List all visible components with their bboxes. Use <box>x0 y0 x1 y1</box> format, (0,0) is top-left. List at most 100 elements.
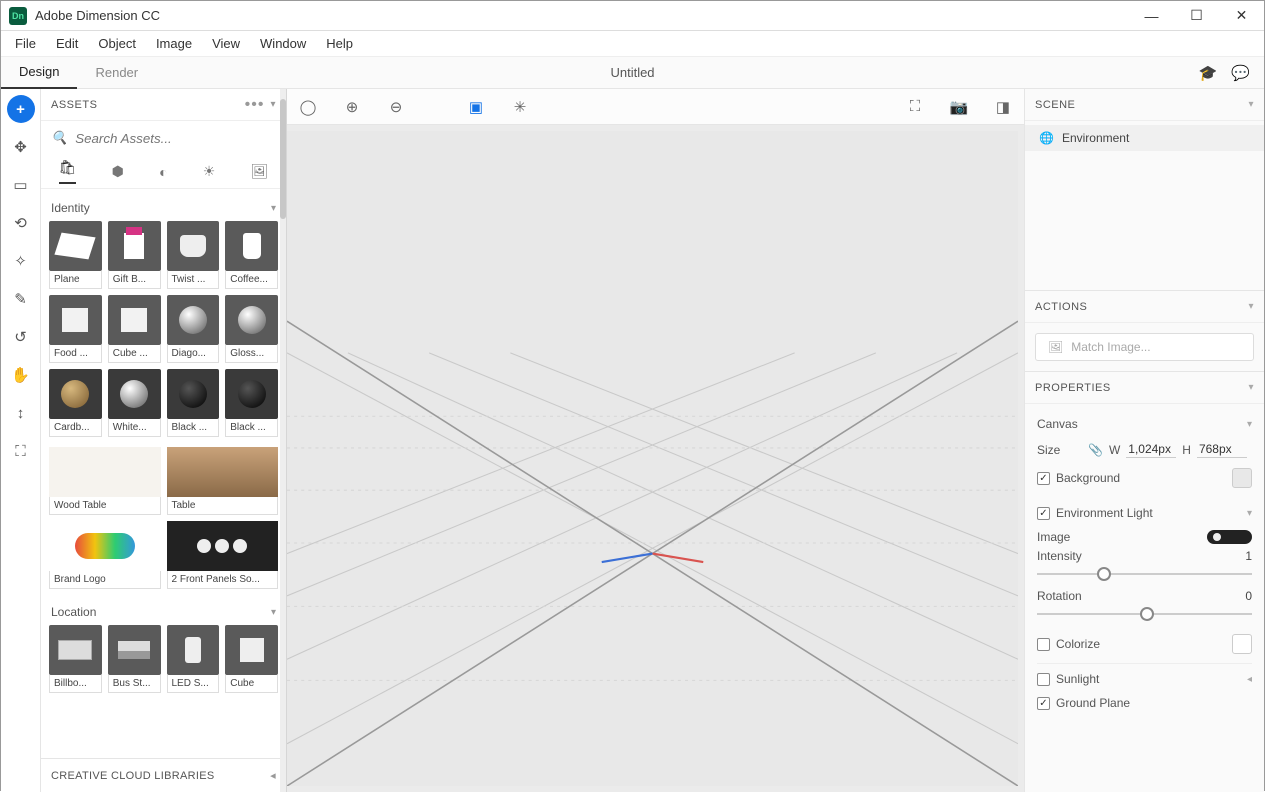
env-image-swatch[interactable] <box>1207 530 1252 544</box>
asset-cardboard[interactable]: Cardb... <box>49 369 102 437</box>
snap-icon[interactable]: ▣ <box>465 98 487 116</box>
feedback-icon[interactable]: 💬 <box>1231 64 1250 82</box>
asset-led[interactable]: LED S... <box>167 625 220 693</box>
scale-tool-icon[interactable]: ▭ <box>7 171 35 199</box>
learn-icon[interactable]: 🎓 <box>1199 64 1218 82</box>
background-swatch[interactable] <box>1232 468 1252 488</box>
asset-gloss[interactable]: Gloss... <box>225 295 278 363</box>
rotation-slider[interactable] <box>1037 605 1252 623</box>
menu-help[interactable]: Help <box>316 32 363 55</box>
env-light-checkbox[interactable] <box>1037 507 1050 520</box>
height-input[interactable] <box>1197 441 1247 458</box>
menu-object[interactable]: Object <box>88 32 146 55</box>
asset-black2[interactable]: Black ... <box>225 369 278 437</box>
asset-black1[interactable]: Black ... <box>167 369 220 437</box>
asset-gift-bag[interactable]: Gift B... <box>108 221 161 289</box>
link-icon[interactable]: 📎 <box>1088 443 1103 457</box>
close-button[interactable]: ✕ <box>1219 1 1264 31</box>
asset-billboard[interactable]: Billbo... <box>49 625 102 693</box>
select-mode-icon[interactable]: ◯ <box>297 98 319 116</box>
assets-scroll[interactable]: Identity▾ Plane Gift B... Twist ... Coff… <box>41 189 286 758</box>
scene-environment-row[interactable]: 🌐 Environment <box>1025 125 1264 151</box>
asset-wood-table[interactable]: Wood Table <box>49 447 161 515</box>
chevron-down-icon[interactable]: ▾ <box>271 607 276 618</box>
cat-materials-icon[interactable]: ⬢ <box>112 163 124 180</box>
width-input[interactable] <box>1126 441 1176 458</box>
assets-collapse-icon[interactable]: ▾ <box>270 99 276 110</box>
horizon-tool-icon[interactable]: ⛶ <box>7 437 35 465</box>
dolly-tool-icon[interactable]: ↕ <box>7 399 35 427</box>
align-icon[interactable]: ✳ <box>509 98 531 116</box>
add-button[interactable]: + <box>7 95 35 123</box>
cat-images-icon[interactable]: 🖼 <box>251 163 269 180</box>
asset-twist[interactable]: Twist ... <box>167 221 220 289</box>
match-image-button[interactable]: 🖼 Match Image... <box>1035 333 1254 361</box>
render-preview-icon[interactable]: ◨ <box>992 98 1014 116</box>
sub-select-icon[interactable]: ⊖ <box>385 98 407 116</box>
asset-cube[interactable]: Cube ... <box>108 295 161 363</box>
asset-food[interactable]: Food ... <box>49 295 102 363</box>
ccl-header[interactable]: CREATIVE CLOUD LIBRARIES <box>51 770 214 782</box>
window-titlebar: Dn Adobe Dimension CC — ☐ ✕ <box>1 1 1264 31</box>
asset-white[interactable]: White... <box>108 369 161 437</box>
section-location: Location <box>51 605 96 619</box>
menu-edit[interactable]: Edit <box>46 32 88 55</box>
assets-header: ASSETS <box>51 99 97 111</box>
tab-render[interactable]: Render <box>77 57 156 88</box>
camera-icon[interactable]: 📷 <box>948 98 970 116</box>
eyedropper-tool-icon[interactable]: ✎ <box>7 285 35 313</box>
asset-diagonal[interactable]: Diago... <box>167 295 220 363</box>
maximize-button[interactable]: ☐ <box>1174 1 1219 31</box>
chevron-down-icon[interactable]: ▾ <box>1247 419 1252 430</box>
menu-view[interactable]: View <box>202 32 250 55</box>
rotation-label: Rotation <box>1037 589 1082 603</box>
viewport-3d[interactable] <box>287 131 1018 786</box>
asset-brand-logo[interactable]: Brand Logo <box>49 521 161 589</box>
menu-file[interactable]: File <box>5 32 46 55</box>
background-label: Background <box>1056 471 1120 485</box>
cat-env-icon[interactable]: ☀ <box>203 163 216 180</box>
asset-plane[interactable]: Plane <box>49 221 102 289</box>
chevron-down-icon[interactable]: ▾ <box>271 203 276 214</box>
tab-design[interactable]: Design <box>1 56 77 89</box>
menu-window[interactable]: Window <box>250 32 316 55</box>
rotate-tool-icon[interactable]: ⟲ <box>7 209 35 237</box>
orbit-tool-icon[interactable]: ↺ <box>7 323 35 351</box>
app-title: Adobe Dimension CC <box>35 8 160 23</box>
asset-bus-stop[interactable]: Bus St... <box>108 625 161 693</box>
chevron-down-icon[interactable]: ▾ <box>1248 99 1254 110</box>
ground-plane-checkbox[interactable] <box>1037 697 1050 710</box>
chevron-left-icon[interactable]: ◂ <box>1247 674 1252 685</box>
assets-menu-icon[interactable]: ••• <box>245 96 265 114</box>
ccl-expand-icon[interactable]: ◂ <box>270 769 276 782</box>
wand-tool-icon[interactable]: ✧ <box>7 247 35 275</box>
mode-tabbar: Design Render Untitled 🎓 💬 <box>1 57 1264 89</box>
frame-icon[interactable]: ⛶ <box>904 98 926 115</box>
chevron-down-icon[interactable]: ▾ <box>1248 301 1254 312</box>
intensity-slider[interactable] <box>1037 565 1252 583</box>
ground-plane-label: Ground Plane <box>1056 696 1130 710</box>
match-image-icon: 🖼 <box>1048 340 1063 354</box>
sunlight-checkbox[interactable] <box>1037 673 1050 686</box>
env-light-label: Environment Light <box>1056 506 1153 520</box>
asset-front-panels[interactable]: 2 Front Panels So... <box>167 521 279 589</box>
asset-cube2[interactable]: Cube <box>225 625 278 693</box>
add-select-icon[interactable]: ⊕ <box>341 98 363 116</box>
search-input[interactable] <box>75 131 276 146</box>
minimize-button[interactable]: — <box>1129 1 1174 31</box>
chevron-down-icon[interactable]: ▾ <box>1248 382 1254 393</box>
scene-tree[interactable]: 🌐 Environment <box>1025 121 1264 291</box>
assets-scrollbar[interactable] <box>280 89 286 792</box>
cat-lights-icon[interactable]: ◐ <box>159 164 167 180</box>
sunlight-label: Sunlight <box>1056 672 1099 686</box>
cat-models-icon[interactable]: 🛍 <box>59 159 77 184</box>
hand-tool-icon[interactable]: ✋ <box>7 361 35 389</box>
asset-table[interactable]: Table <box>167 447 279 515</box>
menu-image[interactable]: Image <box>146 32 202 55</box>
colorize-checkbox[interactable] <box>1037 638 1050 651</box>
colorize-swatch[interactable] <box>1232 634 1252 654</box>
move-tool-icon[interactable]: ✥ <box>7 133 35 161</box>
asset-coffee[interactable]: Coffee... <box>225 221 278 289</box>
background-checkbox[interactable] <box>1037 472 1050 485</box>
chevron-down-icon[interactable]: ▾ <box>1247 508 1252 519</box>
